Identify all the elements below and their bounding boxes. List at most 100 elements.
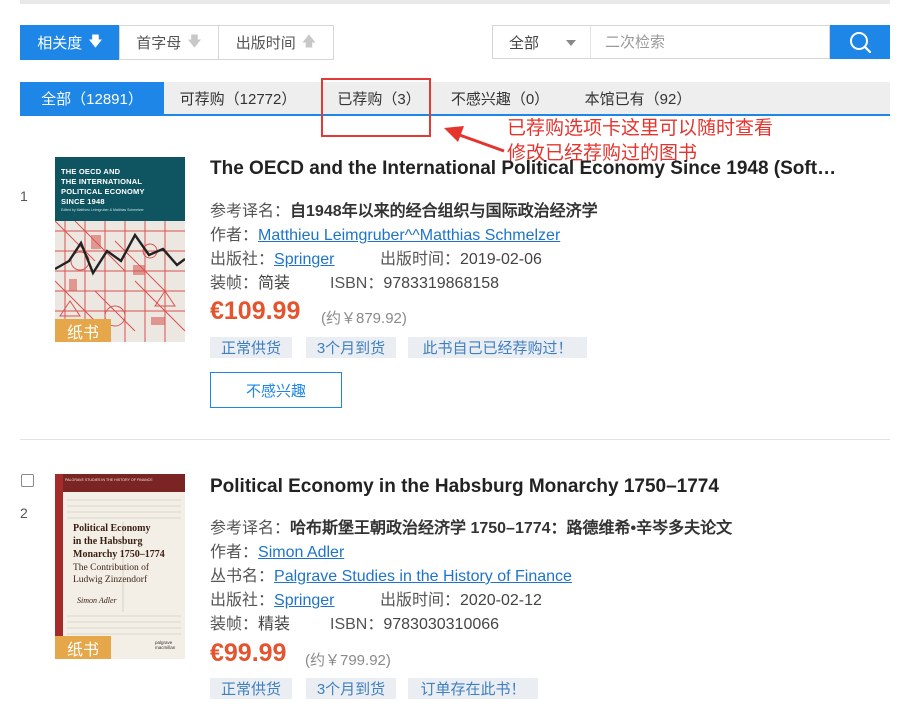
paper-book-badge: 纸书 (55, 319, 111, 342)
ref-title-row: 参考译名：自1948年以来的经合组织与国际政治经济学 (210, 197, 598, 221)
publisher-label: 出版社： (210, 251, 275, 268)
cover-title-line: THE OECD AND (61, 167, 121, 176)
author-row: 作者：Matthieu Leimgruber^^Matthias Schmelz… (210, 221, 560, 245)
price-cny: (约￥799.92) (305, 652, 391, 669)
price-cny: (约￥879.92) (321, 310, 407, 327)
tab-recommendable[interactable]: 可荐购（12772） (164, 82, 312, 114)
pubdate-label: 出版时间： (380, 251, 461, 268)
search-button[interactable] (830, 25, 890, 59)
arrow-up-icon: 🡅 (301, 32, 317, 49)
publisher-link[interactable]: Springer (274, 592, 334, 609)
pubdate-value: 2019-02-06 (460, 251, 542, 268)
book-title-link[interactable]: The OECD and the International Political… (210, 158, 838, 180)
ref-title-label: 参考译名： (210, 520, 291, 537)
not-interested-button[interactable]: 不感兴趣 (210, 372, 342, 408)
annotation-arrow-icon (444, 126, 505, 153)
pubdate-row: 出版时间：2020-02-12 (380, 586, 542, 610)
tab-not-interested[interactable]: 不感兴趣（0） (442, 82, 558, 114)
annotation-line-1: 已荐购选项卡这里可以随时查看 (507, 118, 774, 139)
isbn-label: ISBN： (330, 275, 384, 292)
secondary-search-input[interactable] (590, 25, 830, 59)
sort-initial-label: 首字母 (136, 35, 182, 52)
price-eur: €99.99 (210, 639, 287, 667)
tab-in-library[interactable]: 本馆已有（92） (576, 82, 700, 114)
supply-status-tag: 正常供货 (210, 678, 292, 699)
ref-title-row: 参考译名：哈布斯堡王朝政治经济学 1750–1774：路德维希•辛岑多夫论文 (210, 514, 732, 538)
publisher-link[interactable]: Springer (274, 251, 334, 268)
item-index: 1 (20, 188, 28, 204)
search-icon (850, 32, 872, 54)
cover-title-line: Political Economy (73, 523, 151, 534)
delivery-time-tag: 3个月到货 (306, 337, 396, 358)
chevron-down-icon (566, 40, 576, 46)
item-index: 2 (20, 505, 28, 521)
series-link[interactable]: Palgrave Studies in the History of Finan… (274, 568, 572, 585)
ref-title-value: 哈布斯堡王朝政治经济学 1750–1774：路德维希•辛岑多夫论文 (290, 520, 733, 537)
binding-label: 装帧： (210, 616, 259, 633)
cover-title-line: Monarchy 1750–1774 (73, 549, 165, 560)
arrow-down-icon: 🡇 (187, 32, 202, 49)
annotation-highlight-box (321, 78, 431, 137)
publisher-label: 出版社： (210, 592, 275, 609)
cover-title-line: in the Habsburg (73, 536, 143, 547)
supply-status-tag: 正常供货 (210, 337, 292, 358)
isbn-value: 9783030310066 (383, 616, 500, 633)
pubdate-row: 出版时间：2019-02-06 (380, 245, 542, 269)
cover-subtitle: The Contribution of Ludwig Zinzendorf (73, 562, 149, 586)
author-label: 作者： (210, 544, 259, 561)
cover-series-header: PALGRAVE STUDIES IN THE HISTORY OF FINAN… (65, 478, 153, 482)
search-scope-value: 全部 (509, 34, 540, 52)
isbn-label: ISBN： (330, 616, 384, 633)
select-checkbox[interactable] (21, 474, 34, 487)
recommend-status-tag: 此书自己已经荐购过！ (408, 337, 587, 358)
delivery-time-tag: 3个月到货 (306, 678, 396, 699)
search-scope-select[interactable]: 全部 (492, 25, 590, 59)
series-label: 丛书名： (210, 568, 275, 585)
series-row: 丛书名：Palgrave Studies in the History of F… (210, 562, 572, 586)
isbn-row: ISBN：9783030310066 (330, 610, 499, 634)
order-status-tag: 订单存在此书！ (408, 678, 538, 699)
cover-header-band (63, 474, 185, 492)
author-link[interactable]: Matthieu Leimgruber^^Matthias Schmelzer (258, 227, 560, 244)
cover-title: Political Economy in the Habsburg Monarc… (73, 522, 165, 561)
sort-pubdate-label: 出版时间 (235, 35, 296, 52)
filter-tabs: 全部（12891） 可荐购（12772） 已荐购（3） 不感兴趣（0） 本馆已有… (20, 82, 890, 116)
cover-publisher-mark: palgrave macmillan (155, 640, 176, 650)
cover-author: Simon Adler (77, 596, 117, 605)
book-title-link[interactable]: Political Economy in the Habsburg Monarc… (210, 476, 838, 498)
binding-row: 装帧：精装 (210, 610, 290, 634)
cover-title-line: POLITICAL ECONOMY (61, 187, 145, 196)
sort-relevance-button[interactable]: 相关度 🡇 (20, 25, 120, 60)
sort-relevance-label: 相关度 (37, 35, 83, 52)
cover-subtitle-line: Ludwig Zinzendorf (73, 575, 148, 585)
sort-initial-button[interactable]: 首字母 🡇 (119, 25, 219, 60)
binding-row: 装帧：简装 (210, 269, 290, 293)
binding-value: 精装 (258, 616, 291, 633)
top-divider-bar (20, 0, 890, 4)
arrow-down-icon: 🡇 (88, 32, 103, 49)
paper-book-badge: 纸书 (55, 636, 111, 659)
item-divider (20, 439, 890, 440)
author-link[interactable]: Simon Adler (258, 544, 344, 561)
publisher-row: 出版社：Springer (210, 245, 335, 269)
pubdate-label: 出版时间： (380, 592, 461, 609)
cover-spine-strip (55, 474, 63, 659)
publisher-row: 出版社：Springer (210, 586, 335, 610)
book-cover[interactable]: THE OECD AND THE INTERNATIONAL POLITICAL… (55, 157, 185, 342)
ref-title-label: 参考译名： (210, 203, 291, 220)
price-eur: €109.99 (210, 297, 301, 325)
isbn-value: 9783319868158 (383, 275, 500, 292)
pubdate-value: 2020-02-12 (460, 592, 542, 609)
author-label: 作者： (210, 227, 259, 244)
binding-label: 装帧： (210, 275, 259, 292)
cover-title: THE OECD AND THE INTERNATIONAL POLITICAL… (61, 167, 145, 207)
cover-subtitle-line: The Contribution of (73, 563, 149, 573)
book-cover[interactable]: PALGRAVE STUDIES IN THE HISTORY OF FINAN… (55, 474, 185, 659)
binding-value: 简装 (258, 275, 291, 292)
isbn-row: ISBN：9783319868158 (330, 269, 499, 293)
sort-pubdate-button[interactable]: 出版时间 🡅 (218, 25, 334, 60)
cover-subtitle: Edited by Matthieu Leimgruber & Matthias… (61, 208, 144, 212)
ref-title-value: 自1948年以来的经合组织与国际政治经济学 (290, 203, 598, 220)
author-row: 作者：Simon Adler (210, 538, 344, 562)
tab-all[interactable]: 全部（12891） (20, 82, 164, 114)
